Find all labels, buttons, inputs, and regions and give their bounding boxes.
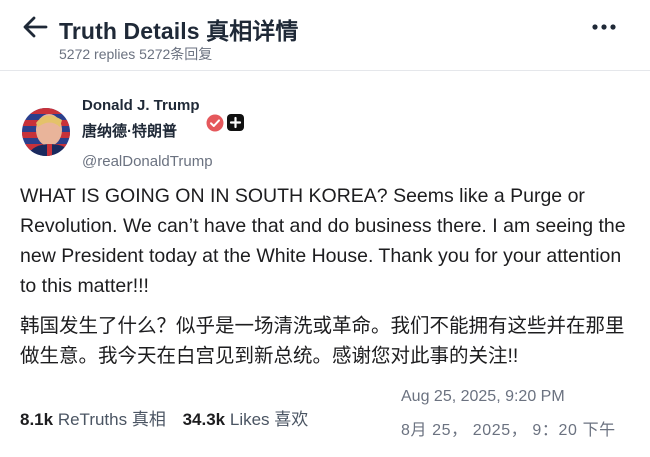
author-name-cn: 唐纳德·特朗普 [82, 123, 177, 140]
arrow-left-icon [23, 16, 48, 38]
post-text-cn: 韩国发生了什么？似乎是一场清洗或革命。我们不能拥有这些并在那里做生意。我今天在白… [20, 315, 625, 367]
retruths-label: ReTruths 真相 [57, 410, 166, 429]
follow-button[interactable] [227, 114, 244, 131]
more-horizontal-icon [592, 24, 616, 30]
likes-stat[interactable]: 34.3k Likes 喜欢 [183, 410, 309, 429]
author-handle[interactable]: @realDonaldTrump [82, 153, 213, 170]
likes-label: Likes 喜欢 [229, 410, 309, 429]
author-name[interactable]: Donald J. Trump [82, 97, 200, 114]
timestamp-cn: 8月 25， 2025， 9：20 下午 [401, 422, 616, 439]
back-button[interactable] [20, 13, 50, 41]
more-button[interactable] [590, 18, 618, 36]
header: Truth Details 真相详情 5272 replies 5272条回复 [0, 0, 650, 70]
verified-badge-icon [206, 114, 224, 132]
retruths-stat[interactable]: 8.1k ReTruths 真相 [20, 410, 166, 429]
avatar-image [22, 108, 70, 156]
truth-details-page: Truth Details 真相详情 5272 replies 5272条回复 … [0, 0, 650, 457]
page-title: Truth Details 真相详情 [59, 18, 299, 44]
reply-count: 5272 replies 5272条回复 [59, 46, 213, 62]
avatar[interactable] [22, 108, 70, 156]
retruths-count: 8.1k [20, 410, 54, 429]
timestamp-en: Aug 25, 2025, 9:20 PM [401, 388, 565, 405]
header-divider [0, 70, 650, 71]
likes-count: 34.3k [182, 410, 226, 429]
post-stats: 8.1k ReTruths 真相 34.3k Likes 喜欢 [20, 405, 308, 430]
post-text-en: WHAT IS GOING ON IN SOUTH KOREA? Seems l… [20, 185, 626, 297]
plus-icon [227, 114, 244, 131]
